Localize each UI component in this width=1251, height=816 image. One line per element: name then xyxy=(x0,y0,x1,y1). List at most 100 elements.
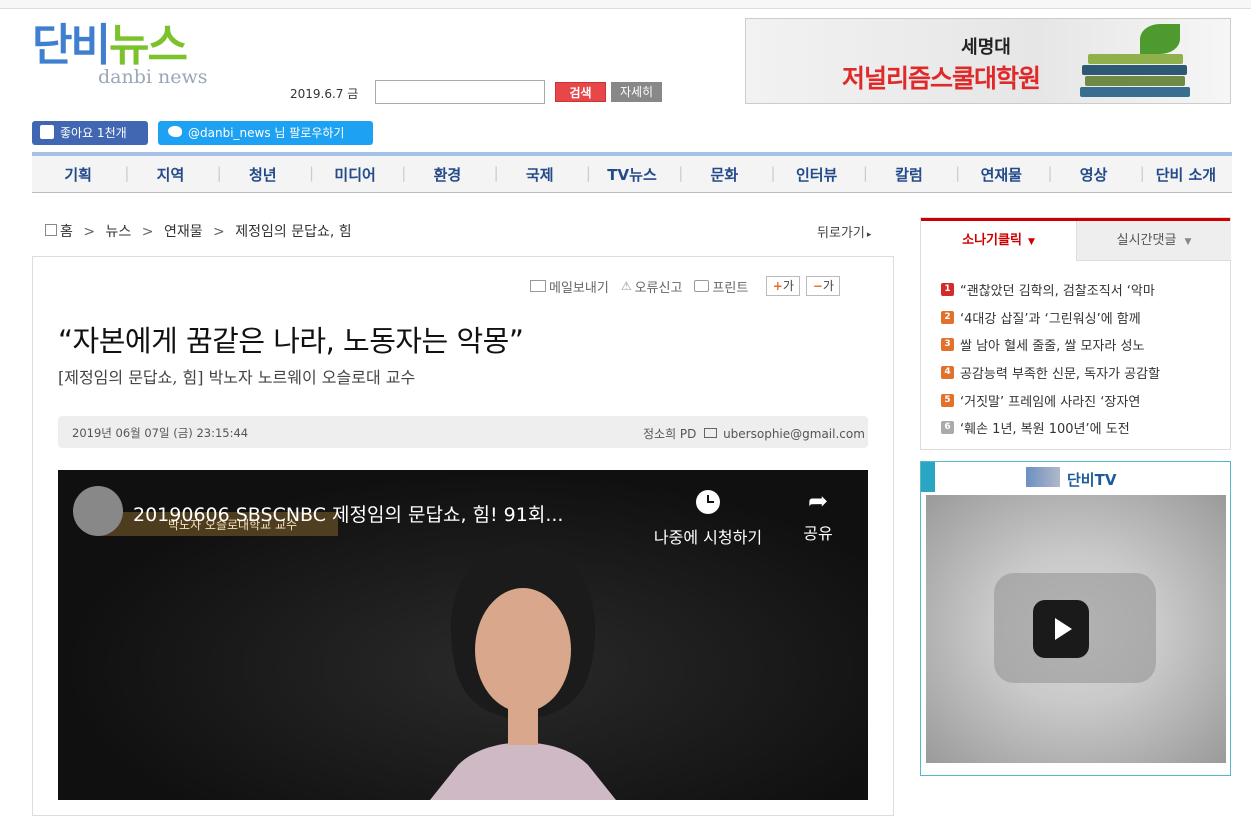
nav-item-international[interactable]: 국제 xyxy=(494,164,586,185)
tv-video-player[interactable] xyxy=(926,495,1226,763)
breadcrumb-news[interactable]: 뉴스 xyxy=(106,224,132,240)
envelope-icon xyxy=(704,428,718,438)
twitter-follow-button[interactable]: @danbi_news 님 팔로우하기 xyxy=(158,121,373,145)
back-link[interactable]: 뒤로가기 ▸ xyxy=(817,222,871,241)
facebook-like-button[interactable]: 좋아요 1천개 xyxy=(32,121,148,145)
tab-live-comments[interactable]: 실시간댓글 ▼ xyxy=(1076,221,1231,261)
mail-icon xyxy=(530,280,546,292)
article-tools: 메일보내기 ⚠ 오류신고 프린트 +가 −가 xyxy=(530,276,841,296)
back-label: 뒤로가기 xyxy=(817,226,865,241)
share-arrow-icon: ➦ xyxy=(807,487,829,515)
site-logo[interactable]: 단비뉴스 danbi news xyxy=(32,20,217,105)
current-date: 2019.6.7 금 xyxy=(290,87,359,101)
breadcrumb-separator: > xyxy=(213,224,225,240)
report-label: 오류신고 xyxy=(634,280,683,296)
danbi-tv-panel: 단비TV xyxy=(920,461,1231,776)
nav-item-youth[interactable]: 청년 xyxy=(217,164,309,185)
play-button-icon[interactable] xyxy=(1033,600,1089,658)
font-up-label: 가 xyxy=(782,279,794,293)
fb-like-label: 좋아요 1천개 xyxy=(60,126,127,140)
detail-search-button[interactable]: 자세히 xyxy=(611,82,662,102)
arrow-right-icon: ▸ xyxy=(866,230,872,240)
embedded-video-player[interactable]: 박노자 오슬로대학교 교수 20190606 SBSCNBC 제정임의 문답쇼,… xyxy=(58,470,868,800)
caret-down-icon: ▼ xyxy=(1027,237,1035,247)
tab-live-comments-label: 실시간댓글 xyxy=(1116,233,1177,248)
ranked-article-title: “괜찮았던 김학의, 검찰조직서 ‘악마 xyxy=(960,284,1155,300)
caret-down-icon: ▼ xyxy=(1184,237,1192,247)
home-icon xyxy=(45,224,57,236)
search-input[interactable] xyxy=(375,80,545,104)
nav-item-culture[interactable]: 문화 xyxy=(678,164,770,185)
speaker-figure xyxy=(430,545,616,800)
banner-line2: 저널리즘스쿨대학원 xyxy=(841,64,1041,93)
nav-item-video[interactable]: 영상 xyxy=(1047,164,1139,185)
panel-corner-accent xyxy=(921,462,935,492)
rank-badge: 1 xyxy=(941,283,954,297)
ad-banner[interactable]: 세명대 저널리즘스쿨대학원 xyxy=(745,18,1231,104)
nav-item-planning[interactable]: 기획 xyxy=(32,164,124,185)
nav-item-column[interactable]: 칼럼 xyxy=(863,164,955,185)
nav-item-interview[interactable]: 인터뷰 xyxy=(771,164,863,185)
ranked-article-title: ‘거짓말’ 프레임에 사라진 ‘장자연 xyxy=(960,394,1141,410)
breadcrumb: 홈 > 뉴스 > 연재물 > 제정임의 문답쇼, 힘 xyxy=(45,221,352,241)
print-label: 프린트 xyxy=(712,280,749,296)
minus-icon: − xyxy=(812,279,823,293)
ranked-article-title: 공감능력 부족한 신문, 독자가 공감할 xyxy=(960,367,1161,383)
nav-item-tv-news[interactable]: TV뉴스 xyxy=(586,164,678,185)
tab-most-clicked[interactable]: 소나기클릭 ▼ xyxy=(921,221,1076,261)
breadcrumb-series[interactable]: 연재물 xyxy=(164,224,203,240)
tv-logo-icon xyxy=(1026,467,1060,487)
popular-articles-panel: 소나기클릭 ▼ 실시간댓글 ▼ 1 “괜찮았던 김학의, 검찰조직서 ‘악마 2 ‘4대… xyxy=(920,217,1231,450)
logo-english: danbi news xyxy=(98,66,208,88)
printer-icon xyxy=(694,280,710,292)
rank-badge: 4 xyxy=(941,366,954,380)
nav-item-about[interactable]: 단비 소개 xyxy=(1140,164,1232,185)
ranked-article-title: ‘4대강 삽질’과 ‘그린워싱’에 함께 xyxy=(960,311,1141,327)
author-email[interactable]: ubersophie@gmail.com xyxy=(723,427,865,441)
watch-later-label: 나중에 시청하기 xyxy=(653,528,763,547)
share-button[interactable]: ➦ 공유 xyxy=(798,486,838,544)
logo-text-news: 뉴스 xyxy=(108,20,188,71)
alarm-icon: ⚠ xyxy=(620,279,632,293)
mail-label: 메일보내기 xyxy=(549,280,609,296)
nav-item-media[interactable]: 미디어 xyxy=(309,164,401,185)
article-byline: 정소희 PD ubersophie@gmail.com xyxy=(643,425,865,442)
list-item[interactable]: 1 “괜찮았던 김학의, 검찰조직서 ‘악마 xyxy=(941,276,1160,304)
top-utility-bar xyxy=(0,0,1251,9)
main-nav: 기획 지역 청년 미디어 환경 국제 TV뉴스 문화 인터뷰 칼럼 연재물 영상… xyxy=(32,152,1232,193)
rank-badge: 6 xyxy=(941,421,954,435)
article-headline: “자본에게 꿈같은 나라, 노동자는 악몽” xyxy=(58,324,524,358)
print-tool[interactable]: 프린트 xyxy=(694,277,748,296)
rank-badge: 5 xyxy=(941,393,954,407)
clock-icon xyxy=(696,490,720,514)
ranked-article-list: 1 “괜찮았던 김학의, 검찰조직서 ‘악마 2 ‘4대강 삽질’과 ‘그린워싱’에… xyxy=(941,276,1160,442)
list-item[interactable]: 3 쌀 남아 혈세 줄줄, 쌀 모자라 성노 xyxy=(941,331,1160,359)
share-label: 공유 xyxy=(803,524,833,543)
breadcrumb-separator: > xyxy=(83,224,96,240)
article-datetime: 2019년 06월 07일 (금) 23:15:44 xyxy=(72,426,249,440)
breadcrumb-home[interactable]: 홈 xyxy=(60,224,73,240)
video-title[interactable]: 20190606 SBSCNBC 제정임의 문답쇼, 힘! 91회... xyxy=(133,500,563,527)
rank-badge: 3 xyxy=(941,338,954,352)
channel-avatar-icon[interactable] xyxy=(73,486,123,536)
twitter-follow-label: @danbi_news 님 팔로우하기 xyxy=(188,126,345,140)
list-item[interactable]: 5 ‘거짓말’ 프레임에 사라진 ‘장자연 xyxy=(941,386,1160,414)
nav-item-region[interactable]: 지역 xyxy=(124,164,216,185)
font-down-label: 가 xyxy=(822,279,834,293)
font-size-down-button[interactable]: −가 xyxy=(806,276,841,296)
rank-badge: 2 xyxy=(941,310,954,324)
watch-later-button[interactable]: 나중에 시청하기 xyxy=(644,486,772,548)
breadcrumb-current: 제정임의 문답쇼, 힘 xyxy=(235,224,352,240)
report-tool[interactable]: ⚠ 오류신고 xyxy=(621,277,683,296)
list-item[interactable]: 6 ‘훼손 1년, 복원 100년’에 도전 xyxy=(941,414,1160,442)
nav-item-environment[interactable]: 환경 xyxy=(401,164,493,185)
search-button[interactable]: 검색 xyxy=(555,82,606,102)
font-size-up-button[interactable]: +가 xyxy=(766,276,801,296)
breadcrumb-separator: > xyxy=(141,224,154,240)
thumbs-up-icon xyxy=(40,125,54,139)
nav-item-series[interactable]: 연재물 xyxy=(955,164,1047,185)
article-subheadline: [제정임의 문답쇼, 힘] 박노자 노르웨이 오슬로대 교수 xyxy=(58,368,416,387)
list-item[interactable]: 4 공감능력 부족한 신문, 독자가 공감할 xyxy=(941,359,1160,387)
mail-tool[interactable]: 메일보내기 xyxy=(530,277,609,296)
list-item[interactable]: 2 ‘4대강 삽질’과 ‘그린워싱’에 함께 xyxy=(941,304,1160,332)
